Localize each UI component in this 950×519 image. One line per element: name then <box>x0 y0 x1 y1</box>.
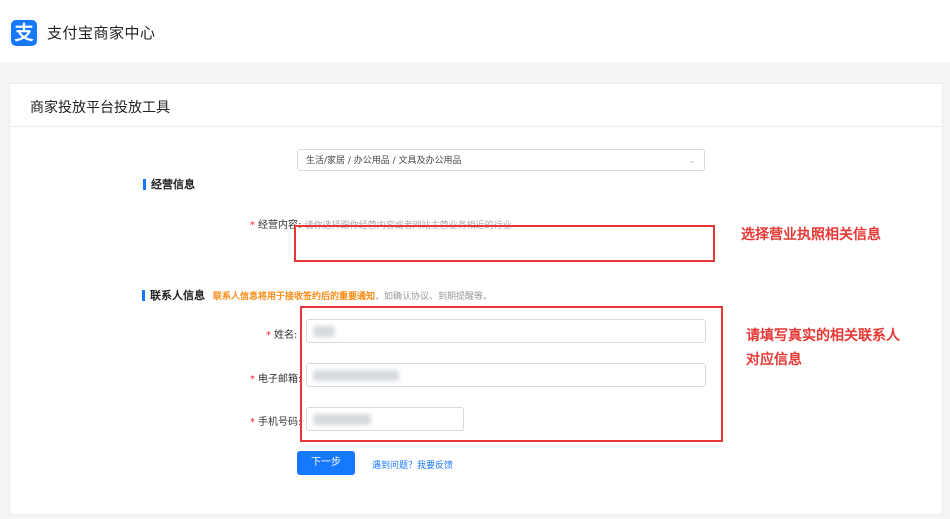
phone-label-row: * 手机号码: <box>250 413 301 428</box>
annotation-callout-business: 选择营业执照相关信息 <box>741 227 881 243</box>
chevron-down-icon[interactable]: ⌄ <box>688 150 696 172</box>
next-button[interactable]: 下一步 <box>297 451 355 475</box>
business-content-select[interactable]: 生活/家居 / 办公用品 / 文具及办公用品 ⌄ <box>297 149 705 171</box>
contact-section-title: 联系人信息 <box>150 289 205 302</box>
business-section-heading: 经营信息 <box>143 176 195 192</box>
annotation-box-business <box>294 225 715 262</box>
required-asterisk: * <box>250 220 255 231</box>
divider <box>10 126 942 127</box>
contact-notice: 联系人信息将用于接收签约后的重要通知 <box>213 291 376 302</box>
name-label-row: * 姓名: <box>266 326 297 341</box>
required-asterisk: * <box>250 374 255 385</box>
alipay-logo-icon[interactable]: 支 <box>11 20 37 46</box>
phone-label: 手机号码: <box>258 417 302 428</box>
required-asterisk: * <box>266 330 271 341</box>
annotation-callout-contact-line1: 请填写真实的相关联系人 <box>746 328 900 344</box>
business-section-title: 经营信息 <box>151 178 195 191</box>
page-title: 商家投放平台投放工具 <box>30 100 170 116</box>
email-label-row: * 电子邮箱: <box>250 370 301 385</box>
name-label: 姓名: <box>274 330 298 341</box>
top-bar: 支 支付宝商家中心 <box>0 0 950 62</box>
email-label: 电子邮箱: <box>258 374 302 385</box>
required-asterisk: * <box>250 417 255 428</box>
annotation-callout-contact-line2: 对应信息 <box>746 352 802 368</box>
feedback-link[interactable]: 遇到问题？我要反馈 <box>372 458 453 471</box>
contact-section-heading: 联系人信息 联系人信息将用于接收签约后的重要通知 ，如确认协议、到期提醒等。 <box>142 287 492 303</box>
contact-notice-rest: ，如确认协议、到期提醒等。 <box>375 291 493 302</box>
annotation-box-contact <box>300 306 723 442</box>
business-content-value: 生活/家居 / 办公用品 / 文具及办公用品 <box>306 156 462 166</box>
section-marker <box>142 289 145 301</box>
brand-name[interactable]: 支付宝商家中心 <box>47 22 156 43</box>
section-marker <box>143 178 146 190</box>
